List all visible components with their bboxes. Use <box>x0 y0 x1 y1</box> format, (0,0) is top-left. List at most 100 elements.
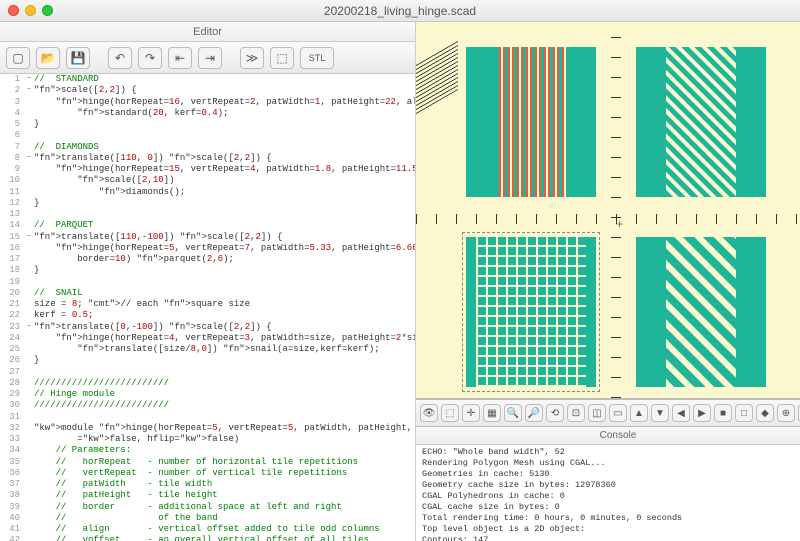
export-stl-button[interactable]: STL <box>300 47 334 69</box>
code-line[interactable]: 10 "fn">scale([2,10]) <box>0 175 415 186</box>
code-line[interactable]: 8−"fn">translate([110, 0]) "fn">scale([2… <box>0 153 415 164</box>
zoom-in-button[interactable]: 🔍 <box>504 404 522 422</box>
code-line[interactable]: 40 // of the band <box>0 513 415 524</box>
fold-toggle[interactable]: − <box>24 85 34 96</box>
open-file-button[interactable]: 📂 <box>36 47 60 69</box>
diagonal-button[interactable]: ◆ <box>756 404 774 422</box>
code-line[interactable]: 17 border=10) "fn">parquet(2,6); <box>0 254 415 265</box>
code-line[interactable]: 14// PARQUET <box>0 220 415 231</box>
top-button[interactable]: ▲ <box>630 404 648 422</box>
fold-toggle[interactable]: − <box>24 74 34 85</box>
console-output[interactable]: ECHO: "Whole band width", 52Rendering Po… <box>416 445 800 541</box>
redo-button[interactable]: ↷ <box>138 47 162 69</box>
line-number: 31 <box>0 412 24 423</box>
preview-button[interactable]: ≫ <box>240 47 264 69</box>
save-file-button[interactable]: 💾 <box>66 47 90 69</box>
front-button[interactable]: ■ <box>714 404 732 422</box>
code-line[interactable]: 36 // vertRepeat - number of vertical ti… <box>0 468 415 479</box>
perspective-button[interactable]: ◫ <box>588 404 606 422</box>
code-line[interactable]: 38 // patHeight - tile height <box>0 490 415 501</box>
fold-toggle <box>24 310 34 321</box>
view-render-button[interactable]: ⬚ <box>441 404 459 422</box>
line-number: 3 <box>0 97 24 108</box>
code-line[interactable]: 5} <box>0 119 415 130</box>
code-line[interactable]: 18} <box>0 265 415 276</box>
code-line[interactable]: 29// Hinge module <box>0 389 415 400</box>
line-number: 37 <box>0 479 24 490</box>
code-line[interactable]: 21size = 8; "cmt">// each "fn">square si… <box>0 299 415 310</box>
window-title: 20200218_living_hinge.scad <box>0 4 800 18</box>
code-line[interactable]: 39 // border - additional space at left … <box>0 502 415 513</box>
code-line[interactable]: 41 // align - vertical offset added to t… <box>0 524 415 535</box>
code-line[interactable]: 28///////////////////////// <box>0 378 415 389</box>
code-line[interactable]: 27 <box>0 367 415 378</box>
line-number: 14 <box>0 220 24 231</box>
3d-viewport[interactable]: + <box>416 22 800 399</box>
code-line[interactable]: 26} <box>0 355 415 366</box>
fold-toggle <box>24 254 34 265</box>
code-line[interactable]: 31 <box>0 412 415 423</box>
code-line[interactable]: 30///////////////////////// <box>0 400 415 411</box>
code-line[interactable]: 19 <box>0 277 415 288</box>
code-line[interactable]: 32"kw">module "fn">hinge(horRepeat=5, ve… <box>0 423 415 434</box>
code-line[interactable]: 4 "fn">standard(20, kerf=0.4); <box>0 108 415 119</box>
code-text: // of the band <box>34 513 415 524</box>
unindent-button[interactable]: ⇤ <box>168 47 192 69</box>
code-line[interactable]: 24 "fn">hinge(horRepeat=4, vertRepeat=3,… <box>0 333 415 344</box>
line-number: 10 <box>0 175 24 186</box>
code-line[interactable]: 13 <box>0 209 415 220</box>
back-button[interactable]: □ <box>735 404 753 422</box>
zoom-out-button[interactable]: 🔎 <box>525 404 543 422</box>
code-line[interactable]: 20// SNAIL <box>0 288 415 299</box>
left-button[interactable]: ◀ <box>672 404 690 422</box>
fold-toggle <box>24 502 34 513</box>
orthogonal-button[interactable]: ▭ <box>609 404 627 422</box>
right-button[interactable]: ▶ <box>693 404 711 422</box>
code-text: } <box>34 265 415 276</box>
code-line[interactable]: 33 ="kw">false, hflip="kw">false) <box>0 434 415 445</box>
code-editor[interactable]: 1−// STANDARD2−"fn">scale([2,2]) {3 "fn"… <box>0 74 415 541</box>
code-line[interactable]: 22kerf = 0.5; <box>0 310 415 321</box>
fold-toggle[interactable]: − <box>24 232 34 243</box>
code-line[interactable]: 7// DIAMONDS <box>0 142 415 153</box>
editor-panel-header: Editor <box>0 22 415 42</box>
line-number: 41 <box>0 524 24 535</box>
fold-toggle[interactable]: − <box>24 153 34 164</box>
fold-toggle <box>24 344 34 355</box>
code-line[interactable]: 3 "fn">hinge(horRepeat=16, vertRepeat=2,… <box>0 97 415 108</box>
view-axes-button[interactable]: ✛ <box>462 404 480 422</box>
code-line[interactable]: 11 "fn">diamonds(); <box>0 187 415 198</box>
code-text: // voffset - an overall vertical offset … <box>34 535 415 541</box>
code-line[interactable]: 2−"fn">scale([2,2]) { <box>0 85 415 96</box>
view-edges-button[interactable]: ▦ <box>483 404 501 422</box>
undo-button[interactable]: ↶ <box>108 47 132 69</box>
code-line[interactable]: 35 // horRepeat - number of horizontal t… <box>0 457 415 468</box>
indent-button[interactable]: ⇥ <box>198 47 222 69</box>
code-text: // vertRepeat - number of vertical tile … <box>34 468 415 479</box>
code-line[interactable]: 34 // Parameters: <box>0 445 415 456</box>
center-button[interactable]: ⊕ <box>777 404 795 422</box>
fold-toggle <box>24 479 34 490</box>
bottom-button[interactable]: ▼ <box>651 404 669 422</box>
code-line[interactable]: 25 "fn">translate([size/8,0]) "fn">snail… <box>0 344 415 355</box>
new-file-button[interactable]: ▢ <box>6 47 30 69</box>
code-line[interactable]: 42 // voffset - an overall vertical offs… <box>0 535 415 541</box>
render-button[interactable]: ⬚ <box>270 47 294 69</box>
code-line[interactable]: 12} <box>0 198 415 209</box>
code-line[interactable]: 23−"fn">translate([0,-100]) "fn">scale([… <box>0 322 415 333</box>
console-panel-header: Console <box>416 427 800 445</box>
view-preview-button[interactable]: 👁 <box>420 404 438 422</box>
code-line[interactable]: 6 <box>0 130 415 141</box>
line-number: 42 <box>0 535 24 541</box>
code-line[interactable]: 1−// STANDARD <box>0 74 415 85</box>
code-line[interactable]: 16 "fn">hinge(horRepeat=5, vertRepeat=7,… <box>0 243 415 254</box>
line-number: 1 <box>0 74 24 85</box>
code-line[interactable]: 9 "fn">hinge(horRepeat=15, vertRepeat=4,… <box>0 164 415 175</box>
line-number: 36 <box>0 468 24 479</box>
code-line[interactable]: 15−"fn">translate([110,-100]) "fn">scale… <box>0 232 415 243</box>
fold-toggle[interactable]: − <box>24 322 34 333</box>
code-line[interactable]: 37 // patWidth - tile width <box>0 479 415 490</box>
window-titlebar: 20200218_living_hinge.scad <box>0 0 800 22</box>
view-all-button[interactable]: ⊡ <box>567 404 585 422</box>
reset-view-button[interactable]: ⟲ <box>546 404 564 422</box>
